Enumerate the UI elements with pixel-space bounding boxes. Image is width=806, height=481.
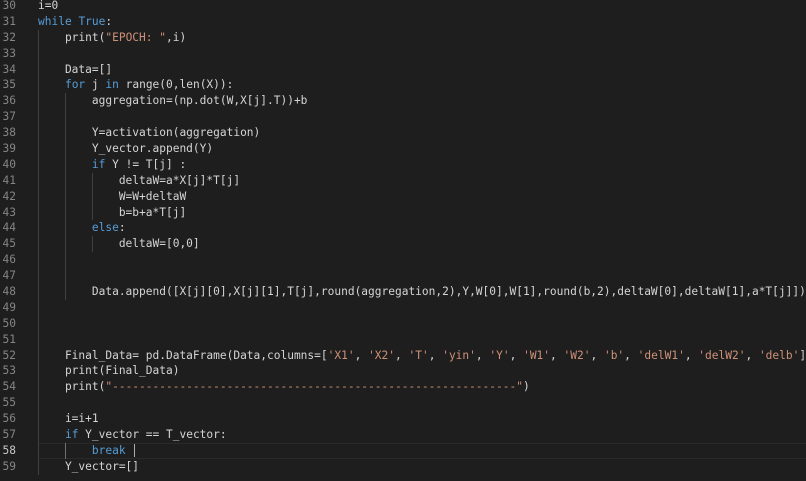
code-text: Y_vector.append(Y) xyxy=(38,142,214,156)
code-text: b=b+a*T[j] xyxy=(38,205,187,219)
code-line[interactable]: 49 xyxy=(0,299,806,316)
line-number: 49 xyxy=(2,300,16,314)
line-number: 58 xyxy=(2,443,16,457)
line-number: 39 xyxy=(2,142,16,156)
code-line[interactable]: 30 i=0 xyxy=(0,0,806,14)
line-number: 51 xyxy=(2,332,16,346)
line-number: 53 xyxy=(2,364,16,378)
code-editor[interactable]: 30 i=0 31 while True: 32 print("EPOCH: ",i) 3… xyxy=(0,0,806,475)
code-text: Y=activation(aggregation) xyxy=(38,126,261,140)
code-line[interactable]: 38 Y=activation(aggregation) xyxy=(0,125,806,142)
line-number: 41 xyxy=(2,173,16,187)
code-line[interactable]: 59 Y_vector=[] xyxy=(0,458,806,475)
code-line[interactable]: 55 xyxy=(0,395,806,412)
code-text: i=0 xyxy=(38,0,59,12)
code-line[interactable]: 47 xyxy=(0,268,806,285)
indent-guide xyxy=(64,268,66,285)
code-text: for j in range(0,len(X)): xyxy=(64,78,234,92)
code-line[interactable]: 48 Data.append([X[j][0],X[j][1],T[j],rou… xyxy=(0,284,806,300)
code-text: print("---------------------------------… xyxy=(38,380,530,394)
line-number: 46 xyxy=(2,253,16,267)
line-number: 38 xyxy=(2,126,16,140)
code-line[interactable]: 54 print("------------------------------… xyxy=(0,379,806,396)
code-line[interactable]: 46 xyxy=(0,252,806,269)
indent-guide xyxy=(38,252,39,269)
code-line[interactable]: 53 print(Final_Data) xyxy=(0,363,806,380)
line-number: 35 xyxy=(2,78,16,92)
code-line[interactable]: 35 for j in range(0,len(X)): xyxy=(0,77,806,94)
code-line[interactable]: 33 xyxy=(0,45,806,62)
code-text: Data.append([X[j][0],X[j][1],T[j],round(… xyxy=(38,285,806,299)
line-number: 50 xyxy=(2,316,16,330)
code-line[interactable]: 43 b=b+a*T[j] xyxy=(0,204,806,221)
line-number: 31 xyxy=(2,14,16,28)
code-text: Final_Data= pd.DataFrame(Data,columns=['… xyxy=(38,348,806,362)
line-number: 33 xyxy=(2,46,16,60)
line-number: 30 xyxy=(2,0,16,12)
line-number: 45 xyxy=(2,237,16,251)
code-line[interactable]: 40 if Y != T[j] : xyxy=(0,156,806,173)
indent-guide xyxy=(64,252,66,269)
code-text: deltaW=[0,0] xyxy=(38,237,200,251)
line-number: 40 xyxy=(2,157,16,171)
line-number: 42 xyxy=(2,189,16,203)
code-text: else: xyxy=(91,221,126,235)
code-line[interactable]: 42 W=W+deltaW xyxy=(0,188,806,205)
line-number: 48 xyxy=(2,285,16,299)
line-number: 55 xyxy=(2,396,16,410)
line-number: 57 xyxy=(2,428,16,442)
code-line[interactable]: 52 Final_Data= pd.DataFrame(Data,columns… xyxy=(0,347,806,364)
line-number: 34 xyxy=(2,62,16,76)
indent-guide xyxy=(38,109,39,126)
code-line[interactable]: 41 deltaW=a*X[j]*T[j] xyxy=(0,172,806,189)
code-text: if Y != T[j] : xyxy=(91,157,187,171)
code-line[interactable]: 56 i=i+1 xyxy=(0,411,806,428)
line-number: 56 xyxy=(2,412,16,426)
code-text: print(Final_Data) xyxy=(38,364,180,378)
indent-guide xyxy=(38,315,39,332)
code-text: while True: xyxy=(38,14,113,28)
line-number: 43 xyxy=(2,205,16,219)
line-number: 52 xyxy=(2,348,16,362)
code-line[interactable]: 34 Data=[] xyxy=(0,61,806,78)
line-number: 44 xyxy=(2,221,16,235)
line-number: 32 xyxy=(2,30,16,44)
code-text: if Y_vector == T_vector: xyxy=(64,428,227,442)
line-number: 47 xyxy=(2,269,16,283)
text-cursor xyxy=(134,444,136,458)
code-text: aggregation=(np.dot(W,X[j].T))+b xyxy=(38,94,308,108)
code-text: i=i+1 xyxy=(38,412,99,426)
code-text: break xyxy=(38,443,136,459)
code-line[interactable]: 50 xyxy=(0,315,806,332)
code-line[interactable]: 31 while True: xyxy=(0,14,806,30)
code-text: deltaW=a*X[j]*T[j] xyxy=(38,173,241,187)
indent-guide xyxy=(38,45,39,62)
indent-guide xyxy=(38,331,39,348)
code-line[interactable]: 44 else: xyxy=(0,220,806,237)
code-line[interactable]: 32 print("EPOCH: ",i) xyxy=(0,29,806,46)
line-number: 37 xyxy=(2,110,16,124)
code-line[interactable]: 45 deltaW=[0,0] xyxy=(0,236,806,253)
line-number: 36 xyxy=(2,94,16,108)
code-line[interactable]: 51 xyxy=(0,331,806,348)
code-line[interactable]: 37 xyxy=(0,109,806,126)
code-line[interactable]: 58 break xyxy=(0,442,806,459)
indent-guide xyxy=(38,268,39,285)
code-line[interactable]: 39 Y_vector.append(Y) xyxy=(0,141,806,157)
indent-guide xyxy=(38,395,39,412)
code-text: Y_vector=[] xyxy=(38,459,140,473)
line-number: 54 xyxy=(2,380,16,394)
line-number: 59 xyxy=(2,459,16,473)
code-text: print("EPOCH: ",i) xyxy=(38,30,187,44)
indent-guide xyxy=(38,299,39,316)
indent-guide xyxy=(64,109,66,126)
code-line[interactable]: 57 if Y_vector == T_vector: xyxy=(0,427,806,443)
code-line[interactable]: 36 aggregation=(np.dot(W,X[j].T))+b xyxy=(0,93,806,110)
code-text: W=W+deltaW xyxy=(38,189,187,203)
code-text: Data=[] xyxy=(38,62,113,76)
